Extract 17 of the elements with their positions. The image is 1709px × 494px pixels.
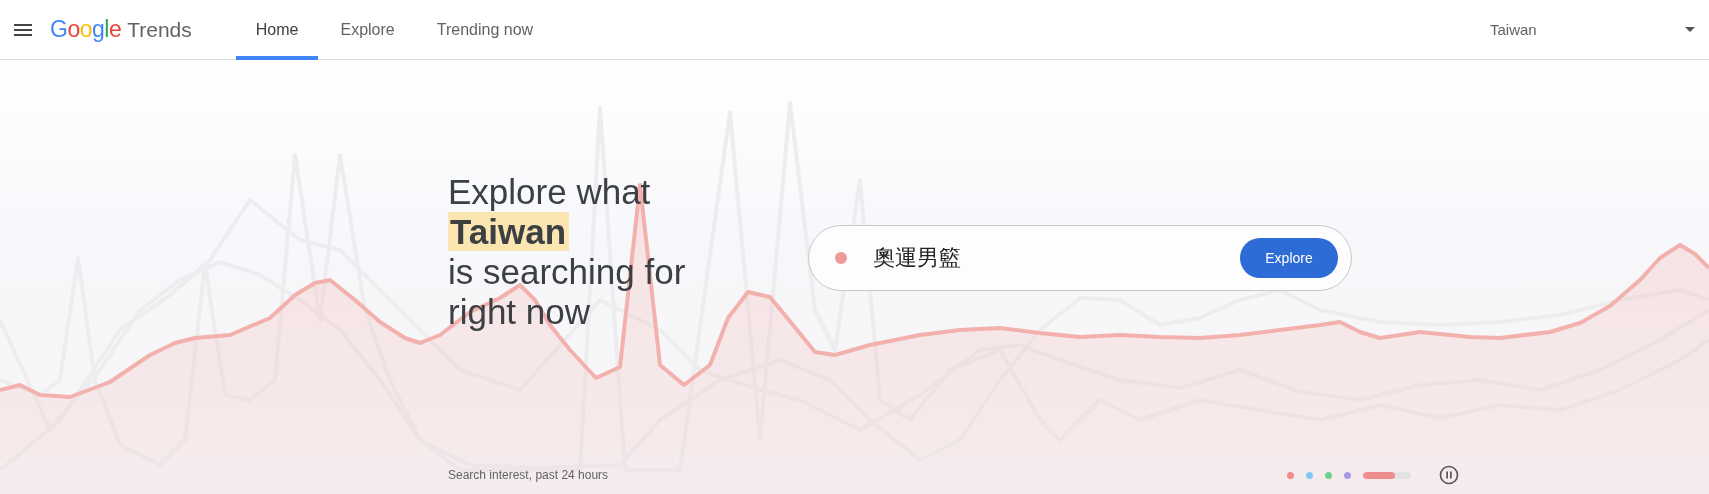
pause-icon[interactable] [1439,465,1459,485]
caret-icon [1685,27,1695,32]
search-query: 奧運男籃 [873,244,961,272]
carousel-progress-bar [1363,471,1411,479]
menu-icon[interactable] [14,23,32,36]
carousel-dot[interactable] [1344,471,1351,479]
search-field[interactable]: 奧運男籃 Explore [808,225,1352,291]
carousel-dot[interactable] [1287,471,1294,479]
explore-button[interactable]: Explore [1240,238,1338,278]
google-trends-logo[interactable]: Google Trends [50,16,192,43]
carousel-dot[interactable] [1306,471,1313,479]
carousel-dot[interactable] [1325,471,1332,479]
chart-caption: Search interest, past 24 hours [448,468,609,482]
headline: Explore what Taiwan is searching for right now [448,172,687,332]
region-dropdown[interactable]: Taiwan [1490,21,1695,38]
nav-tab[interactable]: Explore [320,0,415,60]
nav-tab[interactable]: Trending now [416,0,554,60]
